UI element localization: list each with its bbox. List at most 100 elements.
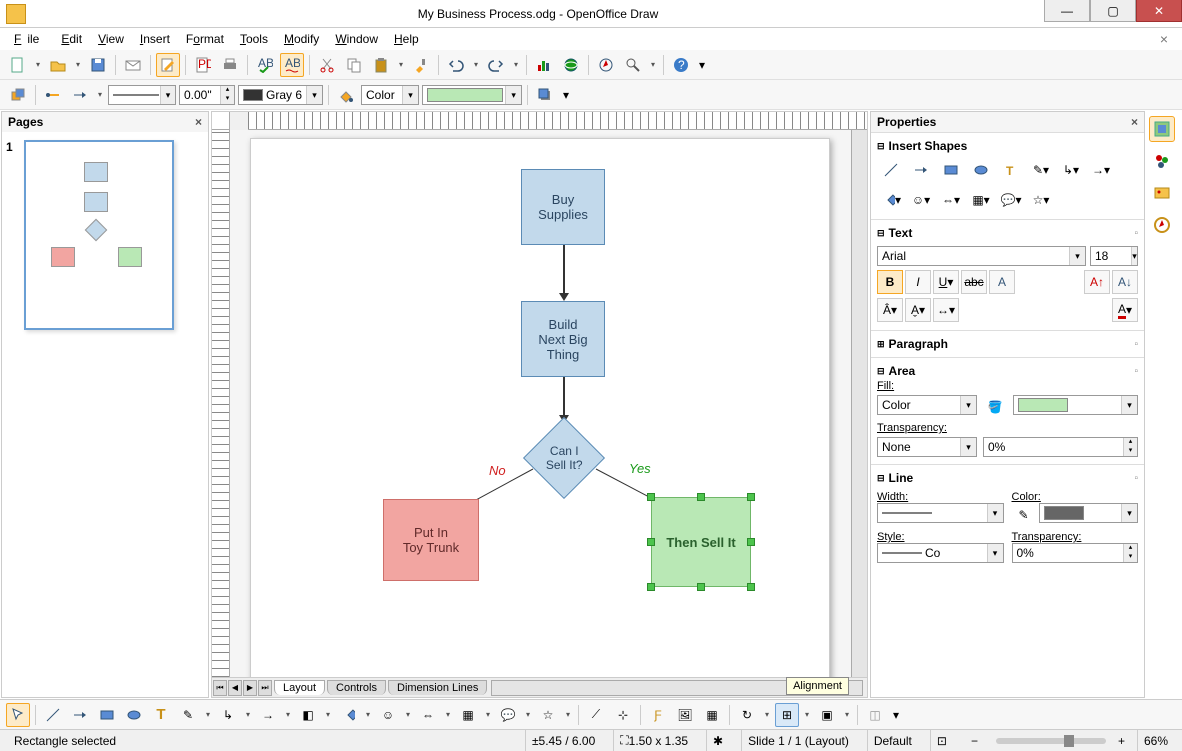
- shadow-text-button[interactable]: A: [989, 270, 1015, 294]
- vertical-ruler[interactable]: [212, 130, 230, 677]
- transparency-value[interactable]: 0%▴▾: [983, 437, 1138, 457]
- flowchart-dropdown[interactable]: ▾: [483, 710, 493, 719]
- more-options-icon[interactable]: ▫: [1134, 228, 1138, 239]
- bottom-toolbar-more[interactable]: ▾: [890, 703, 902, 727]
- line-tool[interactable]: [41, 703, 65, 727]
- spacing-button[interactable]: ↔▾: [933, 298, 959, 322]
- tab-dimension-lines[interactable]: Dimension Lines: [388, 680, 487, 695]
- sel-handle[interactable]: [647, 493, 655, 501]
- curve-tool[interactable]: ✎: [176, 703, 200, 727]
- alignment-dropdown[interactable]: ▾: [802, 710, 812, 719]
- zoom-slider[interactable]: [996, 738, 1106, 744]
- new-button[interactable]: [6, 53, 30, 77]
- alignment-tool[interactable]: ⊞: [775, 703, 799, 727]
- bold-button[interactable]: B: [877, 270, 903, 294]
- underline-button[interactable]: U▾: [933, 270, 959, 294]
- fontwork-tool[interactable]: Ƒ: [646, 703, 670, 727]
- collapse-icon[interactable]: ⊟: [877, 141, 885, 152]
- line-transp-spinner[interactable]: 0%▴▾: [1012, 543, 1139, 563]
- toolbar2-more-button[interactable]: ▾: [560, 83, 572, 107]
- flow-box-no[interactable]: Put In Toy Trunk: [383, 499, 479, 581]
- print-button[interactable]: [218, 53, 242, 77]
- block-arrow-tool[interactable]: ⇔: [416, 703, 440, 727]
- fill-mode-select[interactable]: Color▾: [877, 395, 977, 415]
- menu-tools[interactable]: Tools: [234, 30, 274, 48]
- menu-view[interactable]: View: [92, 30, 130, 48]
- basic-shapes-tool[interactable]: [336, 703, 360, 727]
- sub-text-button[interactable]: A̬▾: [905, 298, 931, 322]
- shape-flowchart[interactable]: ▦▾: [967, 189, 995, 211]
- area-fill-button[interactable]: [334, 83, 358, 107]
- zoom-in-button[interactable]: +: [1118, 734, 1125, 748]
- sel-handle[interactable]: [747, 538, 755, 546]
- vertical-scrollbar[interactable]: [851, 130, 867, 677]
- mail-button[interactable]: [121, 53, 145, 77]
- open-button[interactable]: [46, 53, 70, 77]
- symbol-dropdown[interactable]: ▾: [403, 710, 413, 719]
- arrange-button[interactable]: [6, 83, 30, 107]
- lines-dropdown[interactable]: ▾: [283, 710, 293, 719]
- cut-button[interactable]: [315, 53, 339, 77]
- decrease-font-button[interactable]: A↓: [1112, 270, 1138, 294]
- more-options-icon[interactable]: ▫: [1134, 473, 1138, 484]
- line-style-combo[interactable]: ▾: [108, 85, 176, 105]
- expand-icon[interactable]: ⊞: [877, 339, 885, 350]
- line-width-select[interactable]: ▾: [877, 503, 1004, 523]
- tab-controls[interactable]: Controls: [327, 680, 386, 695]
- fill-bucket-icon[interactable]: 🪣: [983, 395, 1007, 419]
- line-color-select[interactable]: ▾: [1039, 503, 1139, 523]
- shape-rect[interactable]: [937, 159, 965, 181]
- menu-help[interactable]: Help: [388, 30, 425, 48]
- super-text-button[interactable]: Â▾: [877, 298, 903, 322]
- more-options-icon[interactable]: ▫: [1134, 366, 1138, 377]
- paste-button[interactable]: [369, 53, 393, 77]
- open-dropdown[interactable]: ▾: [73, 60, 83, 69]
- sel-handle[interactable]: [747, 583, 755, 591]
- zoom-level[interactable]: 66%: [1137, 730, 1174, 751]
- callout-tool[interactable]: 💬: [496, 703, 520, 727]
- shape-connector[interactable]: ↳▾: [1057, 159, 1085, 181]
- flow-box-build[interactable]: Build Next Big Thing: [521, 301, 605, 377]
- symbol-shapes-tool[interactable]: ☺: [376, 703, 400, 727]
- hyperlink-button[interactable]: [559, 53, 583, 77]
- flowchart-tool[interactable]: ▦: [456, 703, 480, 727]
- basic-dropdown[interactable]: ▾: [363, 710, 373, 719]
- star-dropdown[interactable]: ▾: [563, 710, 573, 719]
- tab-nav-prev[interactable]: ◀: [228, 680, 242, 696]
- sel-handle[interactable]: [747, 493, 755, 501]
- shape-callout[interactable]: 💬▾: [997, 189, 1025, 211]
- edit-points-tool[interactable]: ⟋: [584, 703, 608, 727]
- sel-handle[interactable]: [647, 583, 655, 591]
- menu-edit[interactable]: Edit: [55, 30, 88, 48]
- connector-dropdown[interactable]: ▾: [243, 710, 253, 719]
- shape-basic[interactable]: ▾: [877, 189, 905, 211]
- new-dropdown[interactable]: ▾: [33, 60, 43, 69]
- maximize-button[interactable]: ▢: [1090, 0, 1136, 22]
- menu-insert[interactable]: Insert: [134, 30, 176, 48]
- slide-thumbnail[interactable]: [24, 140, 174, 330]
- close-button[interactable]: ✕: [1136, 0, 1182, 22]
- font-name-combo[interactable]: Arial▾: [877, 246, 1086, 266]
- chart-button[interactable]: [532, 53, 556, 77]
- edit-mode-button[interactable]: [156, 53, 180, 77]
- pencil-icon[interactable]: ✎: [1012, 503, 1036, 527]
- shape-line[interactable]: [877, 159, 905, 181]
- shape-star[interactable]: ☆▾: [1027, 189, 1055, 211]
- gallery-tool[interactable]: ▦: [700, 703, 724, 727]
- menu-modify[interactable]: Modify: [278, 30, 325, 48]
- shape-symbol[interactable]: ☺▾: [907, 189, 935, 211]
- rotate-tool[interactable]: ↻: [735, 703, 759, 727]
- line-width-spinner[interactable]: 0.00"▴▾: [179, 85, 235, 105]
- fill-color-select[interactable]: ▾: [1013, 395, 1138, 415]
- increase-font-button[interactable]: A↑: [1084, 270, 1110, 294]
- select-tool[interactable]: [6, 703, 30, 727]
- collapse-icon[interactable]: ⊟: [877, 473, 885, 484]
- rect-tool[interactable]: [95, 703, 119, 727]
- collapse-icon[interactable]: ⊟: [877, 366, 885, 377]
- rotate-dropdown[interactable]: ▾: [762, 710, 772, 719]
- block-dropdown[interactable]: ▾: [443, 710, 453, 719]
- spellcheck-button[interactable]: ABC: [253, 53, 277, 77]
- zoom-fit-button[interactable]: ⊡: [930, 730, 953, 751]
- sel-handle[interactable]: [647, 538, 655, 546]
- sidebar-styles-icon[interactable]: [1149, 148, 1175, 174]
